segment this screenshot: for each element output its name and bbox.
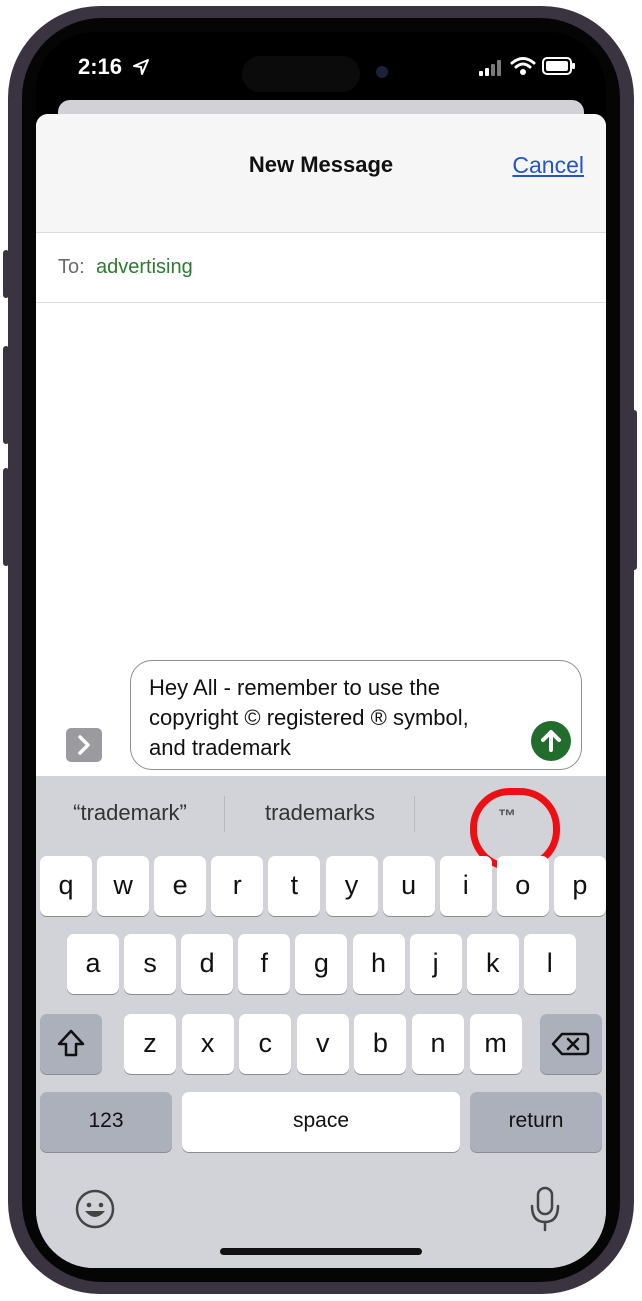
send-button[interactable]	[531, 721, 571, 761]
recipient-value[interactable]: advertising	[96, 256, 193, 279]
key-w[interactable]: w	[97, 856, 150, 916]
recipient-label: To:	[58, 256, 85, 278]
key-z[interactable]: z	[124, 1014, 176, 1074]
mute-switch	[3, 250, 9, 298]
key-o[interactable]: o	[496, 856, 549, 916]
key-y[interactable]: y	[325, 856, 378, 916]
key-u[interactable]: u	[382, 856, 435, 916]
message-input[interactable]: Hey All - remember to use the copyright …	[130, 660, 582, 770]
new-message-sheet: New Message Cancel To: advertising Hey A…	[36, 114, 606, 1268]
cellular-signal-icon	[479, 60, 501, 76]
suggestion-divider	[224, 796, 225, 832]
keyboard-row-2: asdfghjkl	[36, 934, 606, 994]
keyboard-row-3: zxcvbnm	[36, 1014, 606, 1074]
key-h[interactable]: h	[352, 934, 405, 994]
key-a[interactable]: a	[67, 934, 119, 994]
key-v[interactable]: v	[296, 1014, 349, 1074]
key-i[interactable]: i	[439, 856, 492, 916]
keyboard: “trademark” trademarks ™ qwertyuiop asdf…	[36, 776, 606, 1268]
suggestion-1[interactable]: “trademark”	[42, 800, 218, 826]
key-m[interactable]: m	[469, 1014, 522, 1074]
key-s[interactable]: s	[124, 934, 177, 994]
keyboard-row-1: qwertyuiop	[36, 856, 606, 916]
cancel-button[interactable]: Cancel	[512, 152, 584, 179]
shift-key[interactable]	[40, 1014, 102, 1074]
key-p[interactable]: p	[553, 856, 606, 916]
key-d[interactable]: d	[181, 934, 234, 994]
key-r[interactable]: r	[211, 856, 264, 916]
send-arrow-icon	[541, 730, 561, 752]
backspace-icon	[551, 1032, 590, 1056]
return-key[interactable]: return	[470, 1092, 602, 1152]
recipient-field[interactable]: To: advertising	[36, 232, 606, 303]
numbers-key[interactable]: 123	[40, 1092, 172, 1152]
screen: 2:16 New Message Cancel To: advertising	[36, 32, 606, 1268]
message-line-1: Hey All - remember to use the	[149, 675, 441, 700]
power-button	[631, 410, 637, 570]
sheet-header: New Message Cancel	[36, 114, 606, 233]
space-key[interactable]: space	[182, 1092, 460, 1152]
suggestion-2[interactable]: trademarks	[232, 800, 408, 826]
camera-dot	[376, 66, 388, 78]
message-text: Hey All - remember to use the copyright …	[149, 673, 529, 763]
volume-down-button	[3, 468, 9, 566]
key-k[interactable]: k	[466, 934, 519, 994]
suggestion-divider	[414, 796, 415, 832]
shift-icon	[57, 1029, 85, 1057]
wifi-icon	[510, 57, 536, 75]
home-indicator	[220, 1248, 422, 1255]
key-e[interactable]: e	[154, 856, 207, 916]
delete-key[interactable]	[540, 1014, 602, 1074]
message-line-2: copyright © registered ® symbol,	[149, 705, 469, 730]
key-q[interactable]: q	[40, 856, 92, 916]
key-g[interactable]: g	[295, 934, 348, 994]
status-time: 2:16	[78, 54, 123, 79]
apps-expand-button[interactable]	[66, 728, 102, 762]
dynamic-island	[242, 56, 360, 92]
microphone-icon[interactable]	[526, 1184, 564, 1234]
key-j[interactable]: j	[409, 934, 462, 994]
location-arrow-icon	[133, 59, 149, 75]
key-c[interactable]: c	[239, 1014, 292, 1074]
key-l[interactable]: l	[523, 934, 576, 994]
emoji-icon[interactable]	[72, 1186, 118, 1232]
key-x[interactable]: x	[181, 1014, 234, 1074]
key-t[interactable]: t	[268, 856, 321, 916]
battery-icon	[542, 57, 575, 75]
key-b[interactable]: b	[354, 1014, 407, 1074]
chevron-right-icon	[78, 735, 90, 755]
volume-up-button	[3, 346, 9, 444]
key-f[interactable]: f	[238, 934, 291, 994]
message-line-3: and trademark	[149, 735, 291, 760]
key-n[interactable]: n	[412, 1014, 464, 1074]
